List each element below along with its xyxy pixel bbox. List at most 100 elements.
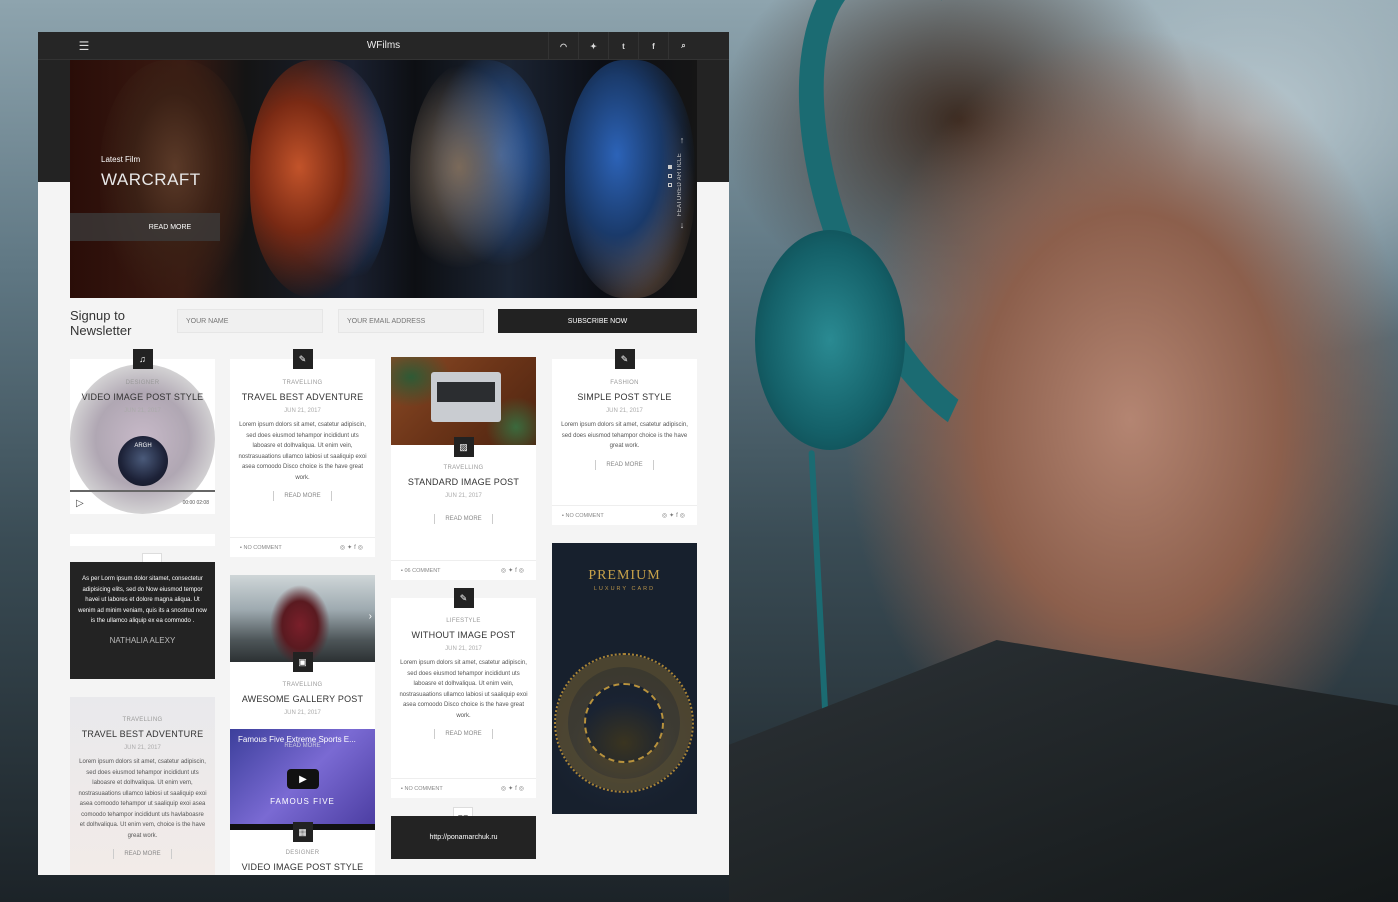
- read-more-label: READ MORE: [595, 459, 654, 470]
- facebook-icon[interactable]: f: [638, 32, 668, 60]
- gallery-next-arrow-icon[interactable]: ›: [369, 611, 372, 622]
- travel-post-body: TRAVELLING TRAVEL BEST ADVENTURE JUN 21,…: [230, 359, 375, 501]
- slider-dot[interactable]: [668, 165, 672, 169]
- gallery-image[interactable]: ›: [230, 575, 375, 662]
- post-date: JUN 21, 2017: [284, 710, 321, 716]
- hero-read-more-button[interactable]: READ MORE: [70, 213, 220, 241]
- video-embed[interactable]: Famous Five Extreme Sports E... READ MOR…: [230, 729, 375, 830]
- post-category[interactable]: FASHION: [552, 380, 697, 386]
- post-title[interactable]: AWESOME GALLERY POST: [230, 694, 375, 704]
- post-title[interactable]: VIDEO IMAGE POST STYLE: [70, 392, 215, 402]
- link-post-card[interactable]: http://ponamarchuk.ru: [391, 816, 536, 859]
- hero-slider[interactable]: Latest Film WARCRAFT READ MORE ↑ FEATURE…: [70, 60, 697, 298]
- gallery-icon: ▣: [292, 652, 313, 672]
- comment-count[interactable]: ▪ NO COMMENT: [562, 513, 604, 519]
- website-mockup: ☰ WFilms ◠ ✦ t f ⌕ Latest Film WARCRAFT …: [38, 32, 729, 875]
- comment-count[interactable]: ▪ NO COMMENT: [240, 545, 282, 551]
- post-title[interactable]: VIDEO IMAGE POST STYLE: [230, 862, 375, 872]
- post-title[interactable]: STANDARD IMAGE POST: [391, 477, 536, 487]
- without-image-body: LIFESTYLE WITHOUT IMAGE POST JUN 21, 201…: [391, 598, 536, 739]
- spacer-card: [70, 534, 215, 546]
- video-embed-title[interactable]: Famous Five Extreme Sports E...: [230, 729, 375, 744]
- image-icon: ▨: [453, 437, 474, 457]
- quote-text: As per Lorm ipsum dolor sitamet, consect…: [78, 576, 207, 624]
- share-icons[interactable]: ◎✦f◎: [501, 567, 526, 574]
- post-category[interactable]: DESIGNER: [230, 850, 375, 856]
- read-more-link[interactable]: READ MORE: [70, 849, 215, 859]
- comment-label: NO COMMENT: [243, 544, 282, 551]
- post-date: JUN 21, 2017: [445, 493, 482, 499]
- name-input[interactable]: [177, 309, 323, 333]
- hero-face-man: [410, 60, 550, 298]
- comment-count[interactable]: ▪ 06 COMMENT: [401, 568, 441, 574]
- video-post-card-2[interactable]: ▦ DESIGNER VIDEO IMAGE POST STYLE: [230, 822, 375, 875]
- read-more-label: READ MORE: [434, 729, 493, 739]
- pencil-icon: ✎: [614, 349, 635, 369]
- search-icon[interactable]: ⌕: [668, 32, 698, 60]
- share-icons[interactable]: ◎✦f◎: [662, 512, 687, 519]
- post-date: JUN 21, 2017: [284, 408, 321, 414]
- post-category[interactable]: TRAVELLING: [391, 465, 536, 471]
- audio-player: ▷ 00:00 02:08: [70, 490, 215, 514]
- laptop-image[interactable]: [391, 357, 536, 445]
- tumblr-icon[interactable]: t: [608, 32, 638, 60]
- album-cover: ARGH: [118, 436, 168, 486]
- post-excerpt: Lorem ipsum dolors sit amet, csatetur ad…: [238, 422, 367, 481]
- post-date: JUN 21, 2017: [445, 646, 482, 652]
- standard-image-post-card[interactable]: ▨ TRAVELLING STANDARD IMAGE POST JUN 21,…: [391, 437, 536, 580]
- mandala-inner-ornament: [584, 683, 664, 763]
- social-icons: ◠ ✦ t f ⌕: [548, 32, 698, 60]
- post-date: JUN 21, 2017: [124, 745, 161, 751]
- post-category[interactable]: DESIGNER: [70, 380, 215, 386]
- rss-icon[interactable]: ◠: [548, 32, 578, 60]
- arrow-up-icon[interactable]: ↑: [675, 135, 689, 145]
- simple-post-card[interactable]: ✎ FASHION SIMPLE POST STYLE JUN 21, 2017…: [552, 349, 697, 525]
- video-play-button[interactable]: ▶: [287, 769, 319, 789]
- travel-post-card-2[interactable]: TRAVELLING TRAVEL BEST ADVENTURE JUN 21,…: [70, 697, 215, 875]
- quote-card: As per Lorm ipsum dolor sitamet, consect…: [70, 562, 215, 679]
- read-more-link[interactable]: READ MORE: [552, 459, 697, 470]
- newsletter-title: Signup to Newsletter: [70, 308, 131, 338]
- twitter-icon[interactable]: ✦: [578, 32, 608, 60]
- read-more-link[interactable]: READ MORE: [391, 729, 536, 739]
- play-icon[interactable]: ▷: [76, 498, 84, 509]
- premium-subtitle: LUXURY CARD: [593, 586, 656, 592]
- read-more-link[interactable]: READ MORE: [230, 491, 375, 501]
- slider-dots: [668, 165, 672, 192]
- video-brand: FAMOUS FIVE: [270, 797, 335, 806]
- video-post-card[interactable]: ♫ DESIGNER VIDEO IMAGE POST STYLE JUN 21…: [70, 349, 215, 514]
- read-more-link[interactable]: READ MORE: [391, 514, 536, 524]
- arrow-down-icon[interactable]: ↓: [675, 220, 689, 230]
- subscribe-button[interactable]: SUBSCRIBE NOW: [498, 309, 697, 333]
- post-title[interactable]: TRAVEL BEST ADVENTURE: [230, 392, 375, 402]
- without-image-post-card[interactable]: ✎ LIFESTYLE WITHOUT IMAGE POST JUN 21, 2…: [391, 588, 536, 798]
- post-footer: ▪ NO COMMENT ◎✦f◎: [391, 778, 536, 798]
- post-category[interactable]: TRAVELLING: [230, 380, 375, 386]
- email-input[interactable]: [338, 309, 484, 333]
- share-icons[interactable]: ◎✦f◎: [501, 785, 526, 792]
- post-date: JUN 21, 2017: [124, 408, 161, 414]
- travel-post-2-body: TRAVELLING TRAVEL BEST ADVENTURE JUN 21,…: [70, 697, 215, 859]
- top-navigation-bar: ☰ WFilms ◠ ✦ t f ⌕: [38, 32, 729, 60]
- gallery-post-card[interactable]: ▣ TRAVELLING AWESOME GALLERY POST JUN 21…: [230, 652, 375, 730]
- newsletter-title-line2: Newsletter: [70, 323, 132, 338]
- slider-dot[interactable]: [668, 183, 672, 187]
- premium-card-ad[interactable]: PREMIUM LUXURY CARD: [552, 543, 697, 814]
- post-category[interactable]: TRAVELLING: [70, 717, 215, 723]
- travel-post-card[interactable]: ✎ TRAVELLING TRAVEL BEST ADVENTURE JUN 2…: [230, 349, 375, 557]
- hero-title: WARCRAFT: [101, 170, 201, 189]
- comment-label: NO COMMENT: [565, 512, 604, 519]
- comment-label: NO COMMENT: [404, 785, 443, 792]
- slider-dot[interactable]: [668, 174, 672, 178]
- featured-article-label: FEATURED ARTICLE: [677, 153, 683, 217]
- comment-count[interactable]: ▪ NO COMMENT: [401, 786, 443, 792]
- post-category[interactable]: LIFESTYLE: [391, 618, 536, 624]
- post-category[interactable]: TRAVELLING: [230, 682, 375, 688]
- video-overlay-label: READ MORE: [284, 743, 321, 749]
- share-icons[interactable]: ◎✦f◎: [340, 544, 365, 551]
- post-title[interactable]: TRAVEL BEST ADVENTURE: [70, 729, 215, 739]
- newsletter-title-line1: Signup to: [70, 308, 125, 323]
- post-title[interactable]: SIMPLE POST STYLE: [552, 392, 697, 402]
- post-title[interactable]: WITHOUT IMAGE POST: [391, 630, 536, 640]
- pencil-icon: ✎: [292, 349, 313, 369]
